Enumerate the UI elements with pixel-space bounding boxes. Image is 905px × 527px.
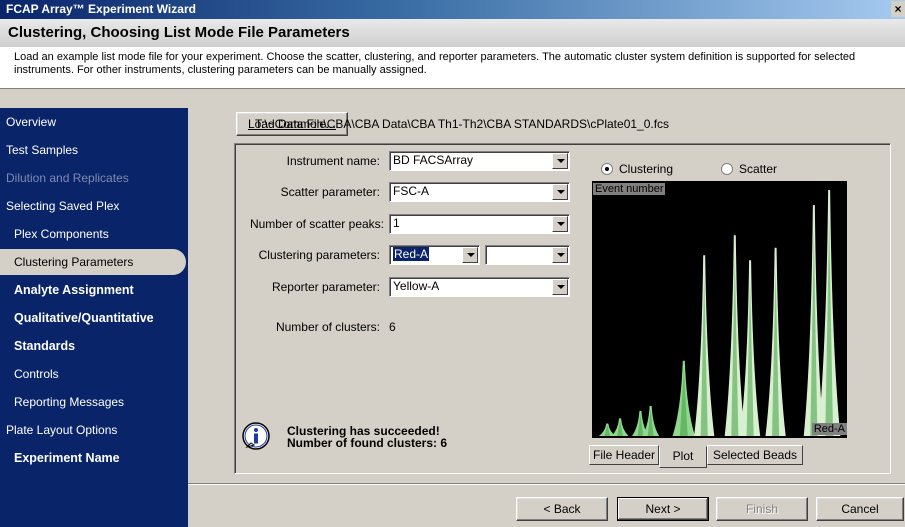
sidebar-item-controls[interactable]: Controls xyxy=(0,361,188,387)
clustering-parameters-label: Clustering parameters: xyxy=(258,248,380,262)
scatter-peaks-label: Number of scatter peaks: xyxy=(249,217,384,231)
wizard-steps-sidebar: Overview Test Samples Dilution and Replica… xyxy=(0,108,188,527)
scatter-peaks-select[interactable]: 1 xyxy=(389,214,570,234)
chevron-down-icon[interactable] xyxy=(552,153,568,169)
tab-plot[interactable]: Plot xyxy=(659,446,707,468)
sidebar-item-qualitative-quantitative[interactable]: Qualitative/Quantitative xyxy=(0,305,188,331)
page-description: Load an example list mode file for your … xyxy=(14,51,856,76)
status-message: Clustering has succeeded! Number of foun… xyxy=(287,424,448,450)
window-title: FCAP Array™ Experiment Wizard xyxy=(6,2,196,16)
tab-selected-beads[interactable]: Selected Beads xyxy=(707,445,803,465)
radio-checked-icon xyxy=(601,163,613,175)
plot-y-axis-label: Event number xyxy=(593,183,666,195)
chevron-down-icon[interactable] xyxy=(552,247,568,263)
clustering-parameter-select-2[interactable] xyxy=(485,245,570,265)
back-button[interactable]: < Back xyxy=(516,497,608,521)
instrument-name-select[interactable]: BD FACSArray xyxy=(389,151,570,171)
info-icon xyxy=(242,422,270,450)
scatter-parameter-select[interactable]: FSC-A xyxy=(389,182,570,202)
scatter-radio[interactable]: Scatter xyxy=(721,162,777,176)
clustering-plot: Event number Red-A xyxy=(592,181,847,438)
file-path: T:\~Common\CBA\CBA Data\CBA Th1-Th2\CBA … xyxy=(255,117,670,131)
instrument-name-label: Instrument name: xyxy=(286,154,380,168)
radio-unchecked-icon xyxy=(721,163,733,175)
chevron-down-icon[interactable] xyxy=(552,279,568,295)
sidebar-item-analyte-assignment[interactable]: Analyte Assignment xyxy=(0,277,188,303)
sidebar-item-reporting-messages[interactable]: Reporting Messages xyxy=(0,389,188,415)
page-title: Clustering, Choosing List Mode File Para… xyxy=(0,19,905,47)
wizard-header: Clustering, Choosing List Mode File Para… xyxy=(0,19,905,89)
window-title-bar: FCAP Array™ Experiment Wizard × xyxy=(0,0,905,19)
number-of-clusters-value: 6 xyxy=(389,320,396,334)
close-icon[interactable]: × xyxy=(891,1,905,17)
sidebar-item-experiment-name[interactable]: Experiment Name xyxy=(0,445,188,471)
chevron-down-icon[interactable] xyxy=(552,184,568,200)
number-of-clusters-label: Number of clusters: xyxy=(275,320,380,334)
sidebar-item-overview[interactable]: Overview xyxy=(0,109,188,135)
sidebar-item-dilution-and-replicates: Dilution and Replicates xyxy=(6,171,129,185)
cancel-button[interactable]: Cancel xyxy=(816,497,904,521)
reporter-parameter-select[interactable]: Yellow-A xyxy=(389,277,570,297)
chevron-down-icon[interactable] xyxy=(462,247,478,263)
clustering-parameter-select[interactable]: Red-A xyxy=(389,245,480,265)
sidebar-item-plex-components[interactable]: Plex Components xyxy=(0,221,188,247)
sidebar-item-selecting-saved-plex[interactable]: Selecting Saved Plex xyxy=(0,193,188,219)
next-button[interactable]: Next > xyxy=(617,497,709,521)
plot-x-axis-label: Red-A xyxy=(811,423,847,435)
tab-file-header[interactable]: File Header xyxy=(589,445,659,465)
clustering-radio[interactable]: Clustering xyxy=(601,162,673,176)
finish-button: Finish xyxy=(716,497,808,521)
scatter-parameter-label: Scatter parameter: xyxy=(280,185,380,199)
sidebar-item-plate-layout-options[interactable]: Plate Layout Options xyxy=(0,417,188,443)
reporter-parameter-label: Reporter parameter: xyxy=(271,280,380,294)
sidebar-item-standards[interactable]: Standards xyxy=(0,333,188,359)
sidebar-item-test-samples[interactable]: Test Samples xyxy=(0,137,188,163)
sidebar-item-clustering-parameters[interactable]: Clustering Parameters xyxy=(0,249,186,275)
peaks-chart xyxy=(598,190,841,436)
chevron-down-icon[interactable] xyxy=(552,216,568,232)
